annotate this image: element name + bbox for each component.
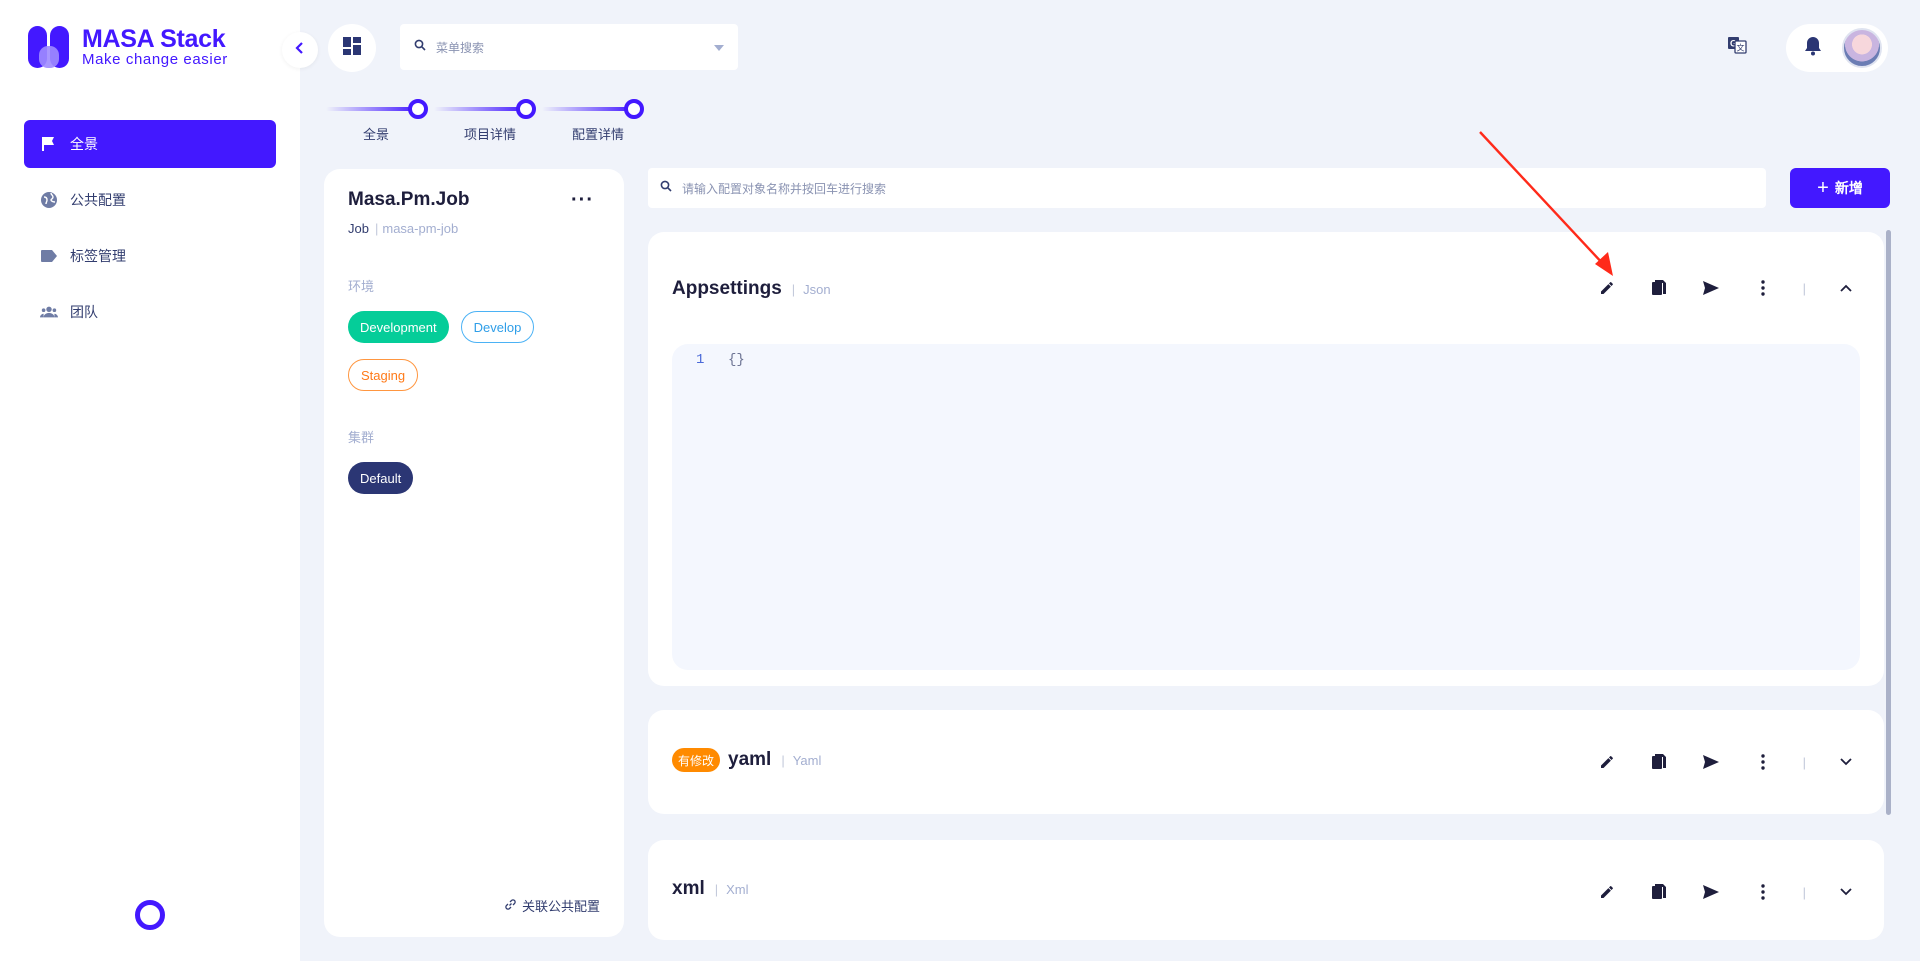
step-label: 项目详情 [464, 127, 517, 142]
sidebar-item-label: 标签管理 [70, 248, 126, 264]
svg-text:文: 文 [1737, 42, 1745, 52]
config-actions: | [1567, 880, 1858, 904]
translate-icon: G文 [1727, 36, 1747, 59]
search-icon [660, 179, 672, 197]
team-icon [40, 303, 58, 321]
link-public-config-button[interactable]: 关联公共配置 [504, 896, 600, 915]
dashboard-icon [343, 36, 361, 60]
cluster-chips: Default [348, 462, 578, 494]
sidebar-item-overview[interactable]: 全景 [24, 120, 276, 168]
more-vertical-icon[interactable] [1751, 750, 1775, 774]
copy-icon[interactable] [1647, 750, 1671, 774]
more-vertical-icon[interactable] [1751, 276, 1775, 300]
config-format: | Yaml [781, 752, 822, 768]
copy-icon[interactable] [1647, 276, 1671, 300]
add-config-button[interactable]: + 新增 [1790, 168, 1890, 208]
config-search-placeholder: 请输入配置对象名称并按回车进行搜索 [682, 181, 887, 196]
logo-title: MASA Stack [82, 25, 226, 53]
config-actions: | [1567, 750, 1858, 774]
release-send-icon[interactable] [1699, 880, 1723, 904]
logo-subtitle: Make change easier [82, 51, 228, 68]
chevron-down-icon[interactable] [1834, 880, 1858, 904]
config-card-appsettings: Appsettings | Json | 1 {} [648, 232, 1884, 686]
environment-label: 环境 [348, 279, 375, 294]
project-card: Masa.Pm.Job ··· Job | masa-pm-job 环境 Devel… [324, 169, 624, 937]
scrollbar[interactable] [1886, 230, 1891, 815]
config-name: yaml [728, 749, 772, 770]
chevron-left-icon [294, 41, 306, 60]
project-subtitle: Job | masa-pm-job [348, 221, 459, 236]
step-label: 配置详情 [572, 127, 625, 142]
actions-divider: | [1802, 884, 1806, 900]
more-vertical-icon[interactable] [1751, 880, 1775, 904]
language-switch-button[interactable]: G文 [1726, 36, 1748, 58]
plus-icon: + [1817, 177, 1829, 199]
config-header: Appsettings | Json [672, 278, 831, 300]
annotation-arrow-icon [1479, 131, 1613, 276]
cluster-label: 集群 [348, 430, 375, 445]
environment-chips: Development Develop Staging [348, 311, 578, 391]
notification-bell-icon[interactable] [1804, 36, 1822, 61]
sidebar-item-label: 全景 [70, 136, 98, 152]
menu-search-input[interactable]: 菜单搜索 [400, 24, 738, 70]
sidebar-item-public-config[interactable]: 公共配置 [24, 176, 276, 224]
sidebar-item-label-management[interactable]: 标签管理 [24, 232, 276, 280]
globe-icon [40, 191, 58, 209]
code-editor[interactable]: 1 {} [672, 344, 1860, 670]
sidebar-item-label: 公共配置 [70, 192, 126, 208]
actions-divider: | [1802, 754, 1806, 770]
config-name: xml [672, 878, 705, 899]
copy-icon[interactable] [1647, 880, 1671, 904]
env-chip-development[interactable]: Development [348, 311, 449, 343]
add-button-label: 新增 [1834, 180, 1863, 196]
edit-pencil-icon[interactable] [1595, 750, 1619, 774]
config-card-yaml: 有修改 yaml | Yaml | [648, 710, 1884, 814]
search-icon [414, 38, 426, 56]
masa-logo-icon [26, 24, 72, 70]
env-chip-develop[interactable]: Develop [460, 311, 535, 343]
logo[interactable]: MASA Stack Make change easier [26, 24, 228, 70]
line-number: 1 [696, 352, 705, 368]
sidebar-item-label: 团队 [70, 304, 98, 320]
more-horizontal-icon[interactable]: ··· [571, 190, 594, 210]
project-type: Job [348, 221, 369, 236]
project-identity: masa-pm-job [382, 221, 459, 236]
avatar[interactable] [1842, 28, 1882, 68]
label-icon [40, 247, 58, 265]
cluster-chip-default[interactable]: Default [348, 462, 414, 494]
link-icon [504, 898, 517, 914]
sidebar-nav: 全景 公共配置 标签管理 团队 [24, 120, 276, 344]
release-send-icon[interactable] [1699, 750, 1723, 774]
chevron-down-icon[interactable] [1834, 750, 1858, 774]
config-card-xml: xml | Xml | [648, 840, 1884, 940]
config-name: Appsettings [672, 278, 782, 299]
dropdown-arrow-icon[interactable] [714, 38, 724, 56]
header-user-area [1786, 24, 1888, 72]
config-format: | Json [791, 281, 831, 297]
project-title: Masa.Pm.Job [348, 189, 470, 210]
edit-pencil-icon[interactable] [1595, 880, 1619, 904]
code-content: {} [728, 352, 745, 368]
config-header: xml | Xml [672, 878, 749, 900]
link-public-config-label: 关联公共配置 [521, 899, 600, 914]
actions-divider: | [1802, 280, 1806, 296]
flag-icon [40, 135, 58, 153]
loading-ring-icon [135, 900, 165, 930]
config-format: | Xml [714, 881, 749, 897]
env-chip-staging[interactable]: Staging [348, 359, 419, 391]
collapse-sidebar-button[interactable] [282, 32, 318, 68]
dashboard-button[interactable] [328, 24, 376, 72]
release-send-icon[interactable] [1699, 276, 1723, 300]
config-header: 有修改 yaml | Yaml [672, 748, 821, 772]
chevron-up-icon[interactable] [1834, 276, 1858, 300]
sidebar: MASA Stack Make change easier 全景 公共配置 标签… [0, 0, 300, 961]
menu-search-placeholder: 菜单搜索 [436, 40, 485, 55]
sidebar-item-team[interactable]: 团队 [24, 288, 276, 336]
modified-badge: 有修改 [672, 748, 721, 772]
step-label: 全景 [363, 127, 390, 142]
